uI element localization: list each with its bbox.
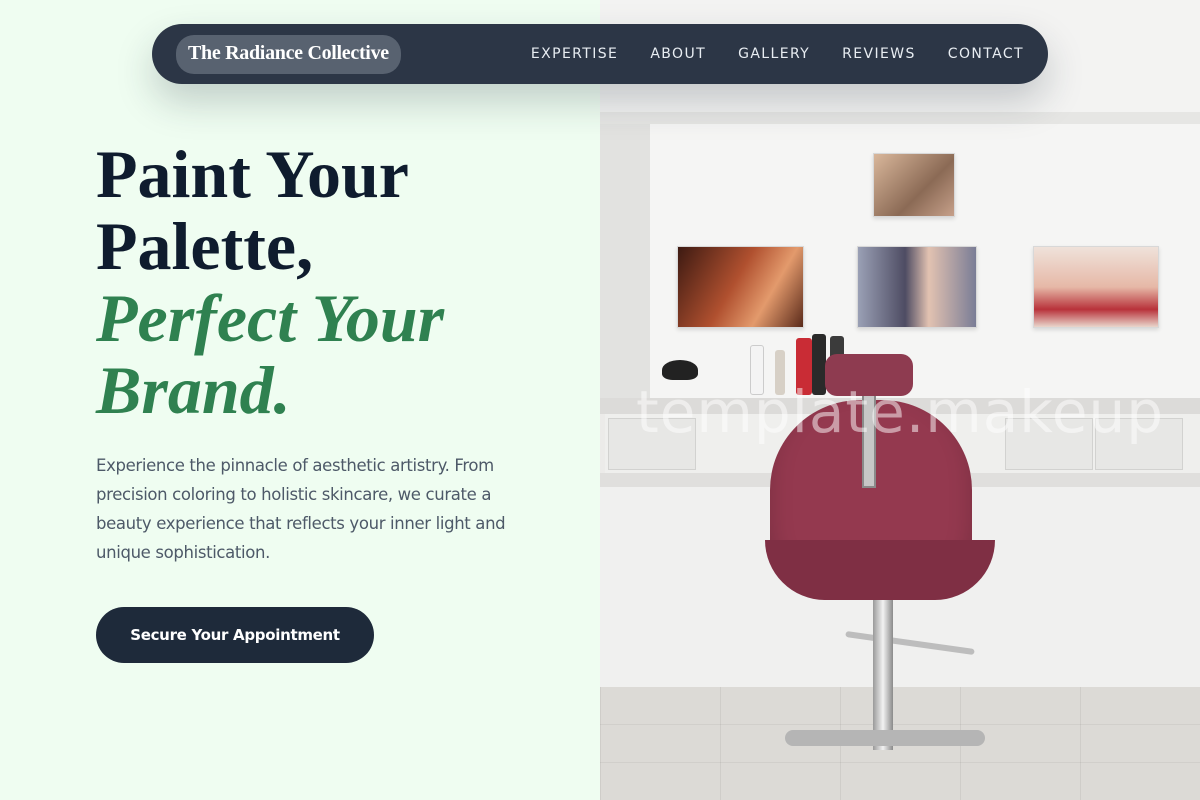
portrait-frame-center	[857, 246, 977, 328]
chair-hydraulic-pole	[873, 600, 893, 750]
headline-line-3: Perfect Your	[96, 280, 445, 356]
top-navbar: The Radiance Collective EXPERTISE ABOUT …	[152, 24, 1048, 84]
nav-link-gallery[interactable]: GALLERY	[738, 46, 810, 62]
nav-link-reviews[interactable]: REVIEWS	[842, 46, 916, 62]
salon-interior-image: template.makeup	[600, 0, 1200, 800]
nav-link-expertise[interactable]: EXPERTISE	[531, 46, 618, 62]
headline-line-2: Palette,	[96, 208, 314, 284]
nav-link-about[interactable]: ABOUT	[650, 46, 706, 62]
salon-photo: template.makeup	[600, 0, 1200, 800]
hero-description: Experience the pinnacle of aesthetic art…	[96, 456, 506, 562]
side-wall	[600, 124, 650, 404]
headline-line-1: Paint Your	[96, 136, 409, 212]
headline-line-4: Brand.	[96, 352, 291, 428]
salon-chair-seat	[765, 540, 995, 600]
portrait-frame-right	[1033, 246, 1159, 328]
portrait-frame-top	[873, 153, 955, 217]
watermark-text: template.makeup	[636, 378, 1165, 446]
hero-headline: Paint Your Palette, Perfect Your Brand.	[96, 138, 566, 426]
chair-base	[785, 730, 985, 746]
brand-logo[interactable]: The Radiance Collective	[176, 34, 401, 74]
nav-link-contact[interactable]: CONTACT	[948, 46, 1024, 62]
portrait-frame-left	[677, 246, 804, 328]
book-appointment-button[interactable]: Secure Your Appointment	[96, 607, 374, 663]
nav-links: EXPERTISE ABOUT GALLERY REVIEWS CONTACT	[499, 46, 1024, 62]
hair-brush	[662, 360, 698, 380]
